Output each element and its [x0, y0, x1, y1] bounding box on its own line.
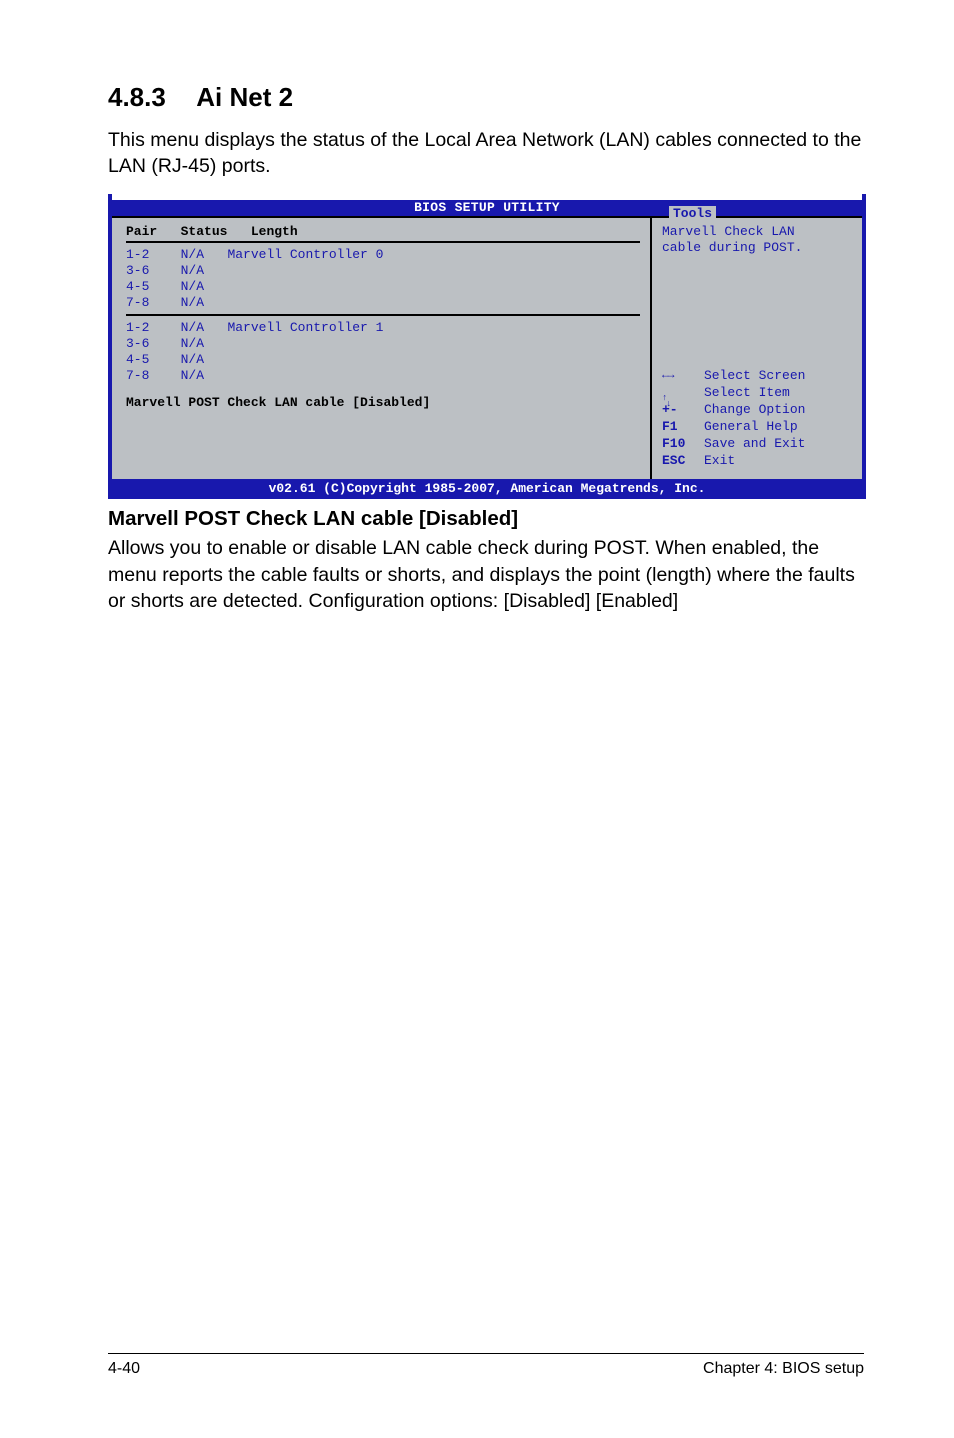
help-text: Marvell Check LAN cable during POST.	[662, 224, 852, 257]
bios-title-bar: BIOS SETUP UTILITY Tools	[108, 194, 866, 216]
bios-main-panel: Pair Status Length 1-2 N/A Marvell Contr…	[112, 216, 652, 480]
table-row: 7-8 N/A	[126, 368, 640, 384]
f10-key: F10	[662, 436, 704, 453]
intro-paragraph: This menu displays the status of the Loc…	[108, 127, 864, 180]
bios-tab-tools: Tools	[669, 206, 716, 222]
bios-footer: v02.61 (C)Copyright 1985-2007, American …	[108, 479, 866, 499]
table-row: 3-6 N/A	[126, 336, 640, 352]
bios-screenshot: BIOS SETUP UTILITY Tools Pair Status Len…	[108, 194, 866, 500]
page-footer: 4-40 Chapter 4: BIOS setup	[108, 1353, 864, 1378]
table-row: 3-6 N/A	[126, 263, 640, 279]
arrows-ud-icon	[662, 385, 704, 402]
bios-setting-row: Marvell POST Check LAN cable [Disabled]	[126, 395, 640, 410]
subsection-body: Allows you to enable or disable LAN cabl…	[108, 535, 864, 614]
section-number: 4.8.3	[108, 82, 166, 113]
divider	[126, 241, 640, 243]
chapter-label: Chapter 4: BIOS setup	[703, 1360, 864, 1378]
page-number: 4-40	[108, 1360, 140, 1378]
divider	[126, 314, 640, 316]
bios-help-panel: Marvell Check LAN cable during POST. Sel…	[652, 216, 862, 480]
section-title: Ai Net 2	[196, 82, 293, 113]
esc-key: ESC	[662, 453, 704, 470]
key-hints: Select Screen Select Item +-Change Optio…	[662, 368, 852, 469]
table-row: 1-2 N/A Marvell Controller 1	[126, 320, 640, 336]
column-headers: Pair Status Length	[126, 224, 640, 239]
section-heading: 4.8.3 Ai Net 2	[108, 82, 864, 113]
f1-key: F1	[662, 419, 704, 436]
table-row: 4-5 N/A	[126, 352, 640, 368]
table-row: 7-8 N/A	[126, 295, 640, 311]
table-row: 1-2 N/A Marvell Controller 0	[126, 247, 640, 263]
table-row: 4-5 N/A	[126, 279, 640, 295]
bios-banner: BIOS SETUP UTILITY	[108, 200, 866, 216]
arrows-lr-icon	[662, 368, 704, 385]
subsection-heading: Marvell POST Check LAN cable [Disabled]	[108, 507, 864, 531]
